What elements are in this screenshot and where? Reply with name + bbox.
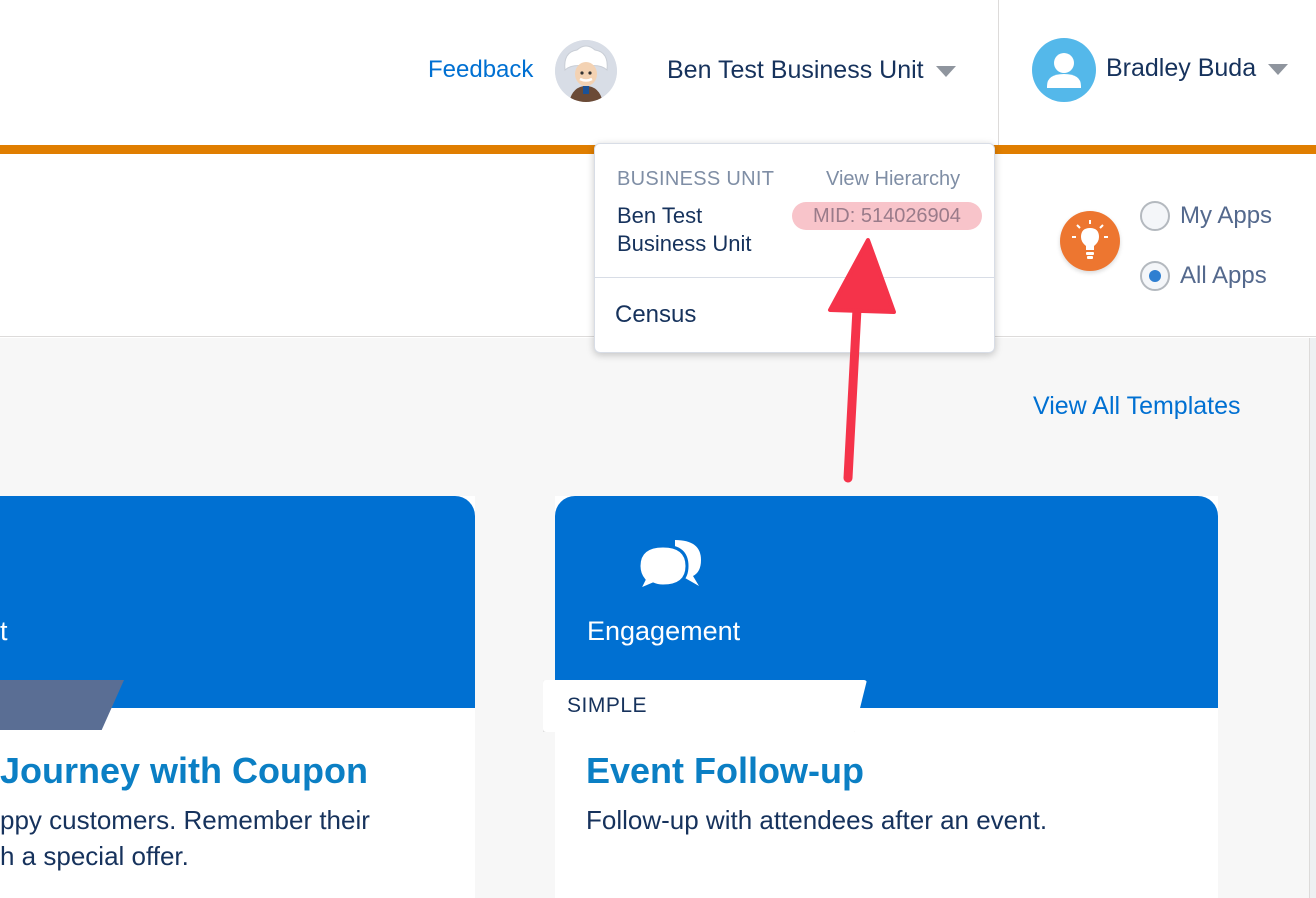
user-name: Bradley Buda [1106,54,1257,82]
radio-my-apps-label: My Apps [1180,202,1273,229]
card-title[interactable]: Journey with Coupon [0,750,368,792]
caret-down-icon [935,66,956,77]
feedback-link[interactable]: Feedback [428,56,533,84]
chat-bubbles-icon [635,536,705,597]
card-category: Engagement [587,616,741,646]
business-unit-dropdown: BUSINESS UNIT View Hierarchy Ben Test Bu… [594,143,995,353]
user-menu[interactable]: Bradley Buda [1106,54,1289,83]
user-avatar-icon[interactable] [1032,38,1096,102]
card-title[interactable]: Event Follow-up [586,750,864,792]
global-header: Feedback Ben Test Business Unit Bradley … [0,0,1316,145]
radio-my-apps[interactable]: My Apps [1140,201,1272,231]
radio-checked-icon [1140,261,1170,291]
card-description-line1: ppy customers. Remember their [0,805,370,835]
einstein-avatar [555,40,617,102]
radio-all-apps[interactable]: All Apps [1140,261,1267,291]
card-ribbon: SIMPLE [543,680,867,732]
business-unit-switcher[interactable]: Ben Test Business Unit [667,56,956,85]
card-description-line2: h a special offer. [0,841,189,871]
template-card-journey-coupon[interactable]: t Journey with Coupon ppy customers. Rem… [0,496,475,898]
header-divider [998,0,999,145]
current-business-unit: Ben Test Business Unit [617,203,752,256]
card-ribbon [0,680,124,730]
lightbulb-icon[interactable] [1060,211,1120,271]
business-unit-option[interactable]: Census [615,301,696,329]
business-unit-label: Ben Test Business Unit [667,56,924,84]
dropdown-divider [595,277,994,278]
scrollbar[interactable] [1309,338,1316,898]
dropdown-section-label: BUSINESS UNIT [617,168,775,190]
radio-unchecked-icon [1140,201,1170,231]
card-header [555,496,1218,708]
card-header [0,496,475,708]
mid-badge: MID: 514026904 [792,202,982,230]
view-hierarchy-link[interactable]: View Hierarchy [826,168,960,191]
card-ribbon-label: SIMPLE [567,694,648,717]
caret-down-icon [1268,64,1289,75]
card-description: Follow-up with attendees after an event. [586,805,1048,835]
view-all-templates-link[interactable]: View All Templates [1033,392,1241,421]
card-category: t [0,616,8,646]
radio-all-apps-label: All Apps [1180,262,1267,289]
template-card-event-follow-up[interactable]: Engagement SIMPLE Event Follow-up Follow… [543,496,1218,898]
